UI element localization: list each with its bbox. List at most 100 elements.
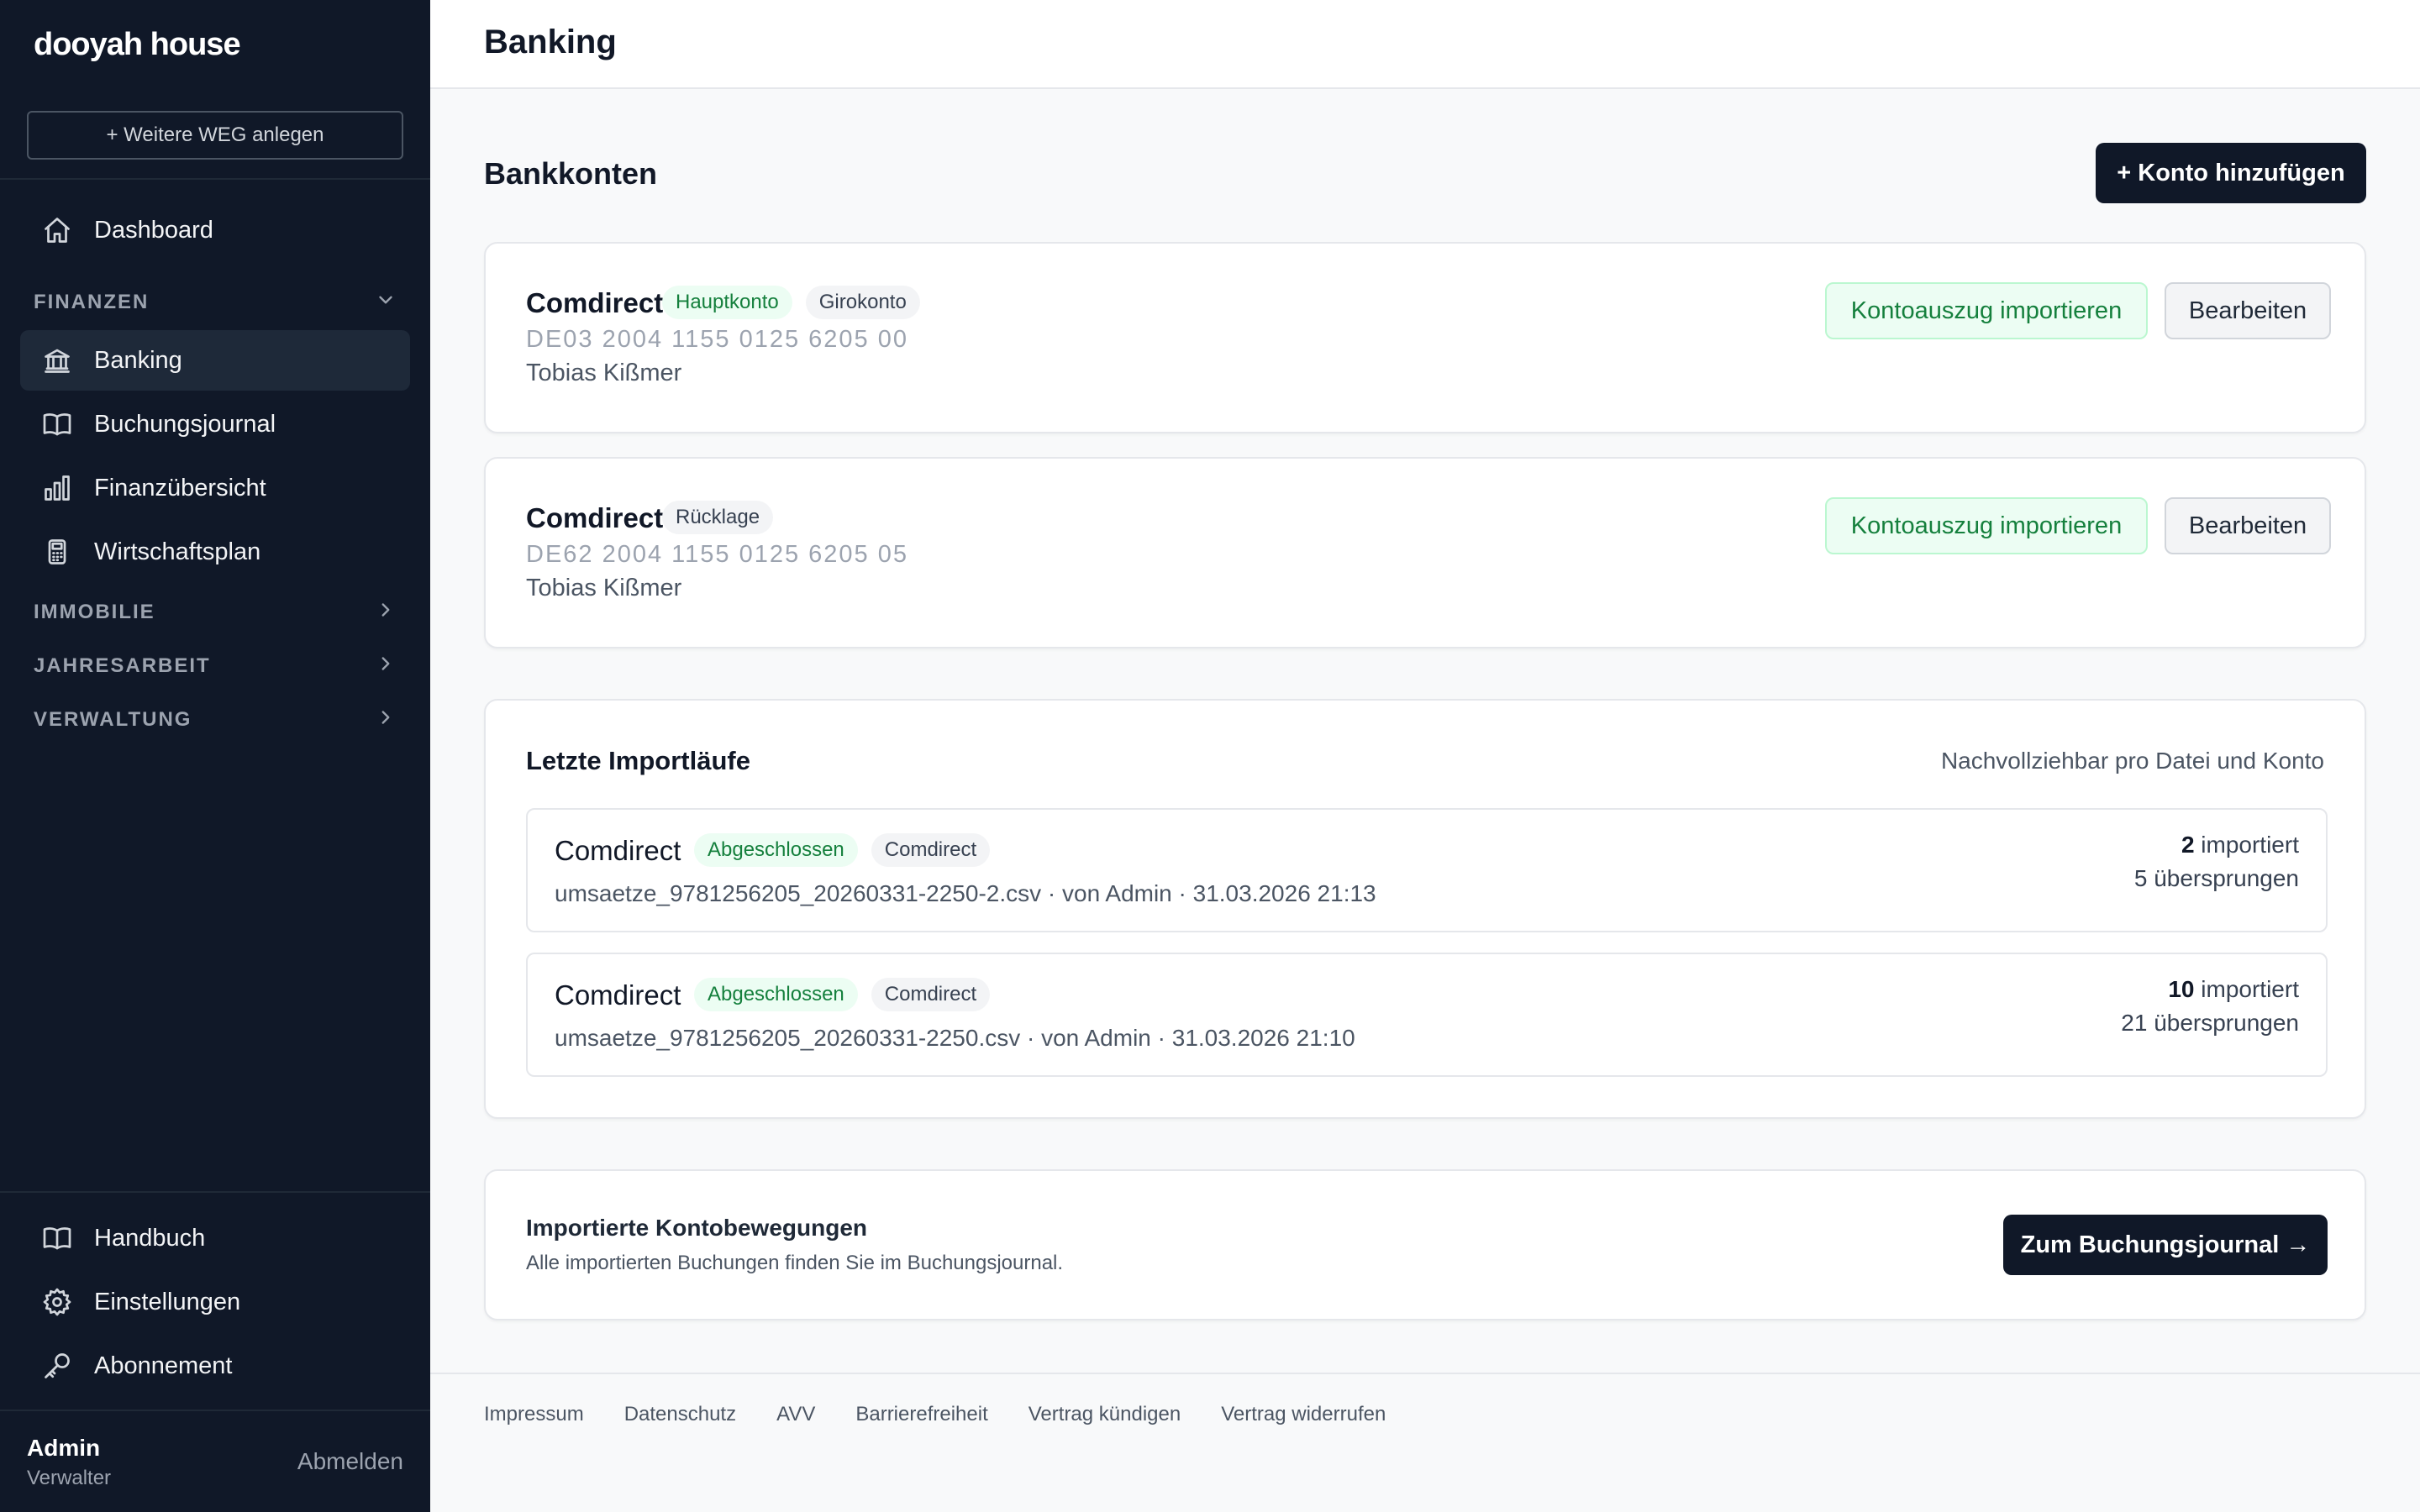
book-icon <box>40 407 74 441</box>
import-runs-title: Letzte Importläufe <box>526 746 750 775</box>
run-imported: 10 importiert <box>2168 976 2299 1003</box>
chevron-right-icon <box>375 706 397 734</box>
gear-icon <box>40 1285 74 1319</box>
account-badge: Comdirect <box>871 833 991 867</box>
imported-count: 2 <box>2181 832 2195 858</box>
footer-link-avv[interactable]: AVV <box>776 1403 815 1426</box>
bank-accounts-title: Bankkonten <box>484 156 658 191</box>
edit-account-button[interactable]: Bearbeiten <box>2165 282 2331 339</box>
import-statement-button[interactable]: Kontoauszug importieren <box>1825 282 2148 339</box>
run-badges: Abgeschlossen Comdirect <box>681 833 991 867</box>
run-skipped: 21 übersprungen <box>2121 1010 2299 1036</box>
movements-title: Importierte Kontobewegungen <box>526 1215 867 1241</box>
imported-label: importiert <box>2201 832 2299 858</box>
section-jahresarbeit[interactable]: JAHRESARBEIT <box>34 649 397 683</box>
run-bank-name: Comdirect <box>555 979 681 1011</box>
account-card: Comdirect Hauptkonto Girokonto DE03 2004… <box>484 242 2366 433</box>
sidebar-item-label: Buchungsjournal <box>94 410 276 438</box>
bank-icon <box>40 344 74 377</box>
goto-journal-button[interactable]: Zum Buchungsjournal → <box>2003 1215 2328 1275</box>
section-label: JAHRESARBEIT <box>34 654 211 677</box>
user-panel: Admin Verwalter Abmelden <box>0 1410 430 1512</box>
sidebar-item-label: Abonnement <box>94 1352 233 1379</box>
sidebar: dooyah house + Weitere WEG anlegen Dashb… <box>0 0 430 1512</box>
calculator-icon <box>40 535 74 569</box>
account-owner: Tobias Kißmer <box>526 575 682 601</box>
reserve-badge: Rücklage <box>662 501 774 534</box>
sidebar-item-dashboard[interactable]: Dashboard <box>20 200 410 260</box>
sidebar-divider <box>0 1191 430 1193</box>
user-role: Verwalter <box>27 1467 112 1489</box>
footer-link-datenschutz[interactable]: Datenschutz <box>624 1403 736 1426</box>
sidebar-item-label: Handbuch <box>94 1224 206 1252</box>
import-runs-subtitle: Nachvollziehbar pro Datei und Konto <box>1940 748 2324 774</box>
run-meta: umsaetze_9781256205_20260331-2250-2.csv … <box>555 880 1376 906</box>
account-badges: Hauptkonto Girokonto <box>649 286 920 319</box>
footer-link-vertrag-widerrufen[interactable]: Vertrag widerrufen <box>1221 1403 1386 1426</box>
sidebar-item-abonnement[interactable]: Abonnement <box>20 1336 410 1396</box>
add-weg-button[interactable]: + Weitere WEG anlegen <box>27 111 403 160</box>
section-verwaltung[interactable]: VERWALTUNG <box>34 703 397 737</box>
sidebar-item-buchungsjournal[interactable]: Buchungsjournal <box>20 394 410 454</box>
sidebar-item-einstellungen[interactable]: Einstellungen <box>20 1272 410 1332</box>
home-icon <box>40 213 74 247</box>
chevron-right-icon <box>375 653 397 680</box>
account-type-badge: Girokonto <box>805 286 920 319</box>
import-statement-button[interactable]: Kontoauszug importieren <box>1825 497 2148 554</box>
book-icon <box>40 1221 74 1255</box>
sidebar-item-wirtschaftsplan[interactable]: Wirtschaftsplan <box>20 522 410 582</box>
section-label: FINANZEN <box>34 291 150 313</box>
chevron-right-icon <box>375 599 397 627</box>
imported-label: importiert <box>2201 976 2299 1002</box>
top-bar: Banking <box>430 0 2420 89</box>
user-name: Admin <box>27 1435 101 1461</box>
movements-subtitle: Alle importierten Buchungen finden Sie i… <box>526 1252 1064 1274</box>
footer-link-vertrag-kuendigen[interactable]: Vertrag kündigen <box>1028 1403 1181 1426</box>
footer: Impressum Datenschutz AVV Barrierefreihe… <box>430 1373 2420 1512</box>
imported-movements-card: Importierte Kontobewegungen Alle importi… <box>484 1169 2366 1320</box>
account-iban: DE03 2004 1155 0125 6205 00 <box>526 326 908 353</box>
sidebar-item-label: Einstellungen <box>94 1288 241 1315</box>
add-account-button[interactable]: + Konto hinzufügen <box>2096 143 2366 203</box>
sidebar-item-label: Dashboard <box>94 216 213 244</box>
section-finanzen[interactable]: FINANZEN <box>34 286 397 319</box>
import-run-row[interactable]: Comdirect Abgeschlossen Comdirect umsaet… <box>526 808 2328 932</box>
section-label: VERWALTUNG <box>34 708 192 731</box>
section-immobilie[interactable]: IMMOBILIE <box>34 596 397 629</box>
sidebar-item-banking[interactable]: Banking <box>20 330 410 391</box>
page-title: Banking <box>484 24 617 60</box>
run-badges: Abgeschlossen Comdirect <box>681 978 991 1011</box>
sidebar-item-label: Banking <box>94 346 182 374</box>
footer-link-barrierefreiheit[interactable]: Barrierefreiheit <box>855 1403 987 1426</box>
main-account-badge: Hauptkonto <box>662 286 792 319</box>
bar-chart-icon <box>40 471 74 505</box>
account-badges: Rücklage <box>649 501 774 534</box>
key-icon <box>40 1349 74 1383</box>
sidebar-item-label: Finanzübersicht <box>94 474 266 501</box>
account-card: Comdirect Rücklage DE62 2004 1155 0125 6… <box>484 457 2366 648</box>
import-runs-card: Letzte Importläufe Nachvollziehbar pro D… <box>484 699 2366 1119</box>
imported-count: 10 <box>2168 976 2195 1002</box>
account-iban: DE62 2004 1155 0125 6205 05 <box>526 541 908 568</box>
edit-account-button[interactable]: Bearbeiten <box>2165 497 2331 554</box>
footer-links: Impressum Datenschutz AVV Barrierefreihe… <box>484 1403 1426 1426</box>
account-badge: Comdirect <box>871 978 991 1011</box>
import-run-row[interactable]: Comdirect Abgeschlossen Comdirect umsaet… <box>526 953 2328 1077</box>
brand-logo[interactable]: dooyah house <box>34 27 241 63</box>
status-badge: Abgeschlossen <box>694 833 858 867</box>
logout-button[interactable]: Abmelden <box>297 1448 403 1475</box>
run-skipped: 5 übersprungen <box>2133 865 2299 891</box>
account-bank-name: Comdirect <box>526 287 664 318</box>
sidebar-item-label: Wirtschaftsplan <box>94 538 261 565</box>
section-label: IMMOBILIE <box>34 601 155 623</box>
sidebar-item-handbuch[interactable]: Handbuch <box>20 1208 410 1268</box>
sidebar-item-finanzuebersicht[interactable]: Finanzübersicht <box>20 458 410 518</box>
run-bank-name: Comdirect <box>555 835 681 866</box>
footer-link-impressum[interactable]: Impressum <box>484 1403 584 1426</box>
status-badge: Abgeschlossen <box>694 978 858 1011</box>
account-bank-name: Comdirect <box>526 502 664 533</box>
run-imported: 2 importiert <box>2181 832 2299 858</box>
chevron-down-icon <box>375 289 397 317</box>
run-meta: umsaetze_9781256205_20260331-2250.csv · … <box>555 1025 1355 1051</box>
account-owner: Tobias Kißmer <box>526 360 682 386</box>
